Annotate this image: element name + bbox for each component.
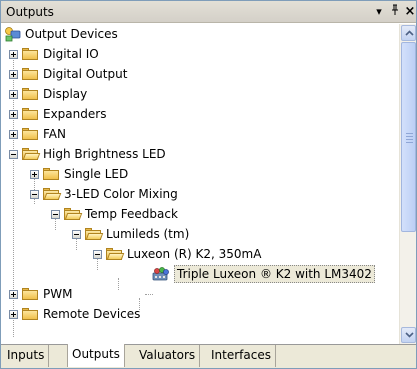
tree-node-digital-io[interactable]: Digital IO — [1, 44, 399, 64]
tab-outputs[interactable]: Outputs — [67, 344, 125, 367]
outputs-panel: Outputs ▾ × Output Devices Digital IO Di… — [0, 0, 417, 369]
tree-node-label[interactable]: Expanders — [41, 106, 108, 122]
tree-node-single-led[interactable]: Single LED — [1, 164, 399, 184]
open-folder-icon — [63, 207, 83, 221]
folder-icon — [42, 167, 60, 181]
panel-title: Outputs — [6, 5, 54, 19]
expand-icon[interactable] — [9, 70, 18, 79]
tree-node-display[interactable]: Display — [1, 84, 399, 104]
tree-node-lumileds[interactable]: Lumileds (tm) — [1, 224, 399, 244]
collapse-icon[interactable] — [72, 230, 81, 239]
folder-icon — [21, 307, 39, 321]
tree-node-triple-luxeon[interactable]: Triple Luxeon ® K2 with LM3402 — [1, 264, 399, 284]
open-folder-icon — [42, 187, 62, 201]
grip-line — [406, 139, 413, 140]
folder-icon — [21, 127, 39, 141]
dropdown-icon[interactable]: ▾ — [372, 4, 386, 20]
folder-icon — [21, 87, 39, 101]
collapse-icon[interactable] — [30, 190, 39, 199]
output-devices-icon — [4, 26, 22, 42]
scroll-down-button[interactable] — [401, 327, 416, 343]
collapse-icon[interactable] — [51, 210, 60, 219]
tree-node-high-brightness-led[interactable]: High Brightness LED — [1, 144, 399, 164]
expand-icon[interactable] — [30, 170, 39, 179]
tree-node-label[interactable]: Digital IO — [41, 46, 101, 62]
tree-node-label[interactable]: Remote Devices — [41, 306, 142, 322]
grip-line — [406, 136, 413, 137]
panel-tab-strip: Inputs Outputs Valuators Interfaces — [1, 344, 416, 368]
open-folder-icon — [105, 247, 125, 261]
grip-line — [406, 133, 413, 134]
collapse-icon[interactable] — [93, 250, 102, 259]
chevron-down-icon — [405, 332, 414, 338]
output-device-tree[interactable]: Output Devices Digital IO Digital Output… — [1, 24, 399, 344]
tree-node-label[interactable]: Output Devices — [23, 26, 120, 42]
tree-node-label[interactable]: 3-LED Color Mixing — [62, 186, 180, 202]
device-icon — [151, 266, 171, 282]
tree-node-label[interactable]: Lumileds (tm) — [104, 226, 191, 242]
tree-node-3-led-color-mixing[interactable]: 3-LED Color Mixing — [1, 184, 399, 204]
tree-root[interactable]: Output Devices — [1, 24, 399, 44]
open-folder-icon — [21, 147, 41, 161]
tab-valuators[interactable]: Valuators — [135, 345, 201, 367]
grip-line — [406, 142, 413, 143]
folder-icon — [21, 107, 39, 121]
tree-node-digital-output[interactable]: Digital Output — [1, 64, 399, 84]
folder-icon — [21, 287, 39, 301]
expand-icon[interactable] — [9, 290, 18, 299]
vertical-scrollbar[interactable] — [399, 24, 416, 344]
tree-node-label[interactable]: High Brightness LED — [41, 146, 168, 162]
folder-icon — [21, 47, 39, 61]
tree-node-label[interactable]: PWM — [41, 286, 74, 302]
tree-node-label[interactable]: Triple Luxeon ® K2 with LM3402 — [174, 265, 375, 283]
expand-icon[interactable] — [9, 90, 18, 99]
tab-interfaces[interactable]: Interfaces — [207, 345, 276, 367]
tree-node-fan[interactable]: FAN — [1, 124, 399, 144]
tree-node-luxeon-k2[interactable]: Luxeon (R) K2, 350mA — [1, 244, 399, 264]
tree-node-remote-devices[interactable]: Remote Devices — [1, 304, 399, 324]
scroll-up-button[interactable] — [401, 25, 416, 41]
tree-node-expanders[interactable]: Expanders — [1, 104, 399, 124]
collapse-icon[interactable] — [9, 150, 18, 159]
expand-icon[interactable] — [9, 50, 18, 59]
chevron-up-icon — [405, 30, 414, 36]
tree-node-label[interactable]: Single LED — [62, 166, 130, 182]
tree-node-pwm[interactable]: PWM — [1, 284, 399, 304]
tree-node-temp-feedback[interactable]: Temp Feedback — [1, 204, 399, 224]
folder-icon — [21, 67, 39, 81]
panel-titlebar: Outputs ▾ × — [1, 1, 416, 23]
tree-node-label[interactable]: Display — [41, 86, 89, 102]
tree-node-label[interactable]: Digital Output — [41, 66, 129, 82]
tree-node-label[interactable]: FAN — [41, 126, 68, 142]
tab-inputs[interactable]: Inputs — [3, 345, 50, 367]
expand-icon[interactable] — [9, 310, 18, 319]
scroll-thumb[interactable] — [401, 42, 416, 232]
open-folder-icon — [84, 227, 104, 241]
expand-icon[interactable] — [9, 110, 18, 119]
tree-node-label[interactable]: Luxeon (R) K2, 350mA — [125, 246, 263, 262]
tree-node-label[interactable]: Temp Feedback — [83, 206, 180, 222]
pin-icon[interactable] — [388, 4, 402, 20]
expand-icon[interactable] — [9, 130, 18, 139]
close-icon[interactable]: × — [403, 4, 417, 20]
